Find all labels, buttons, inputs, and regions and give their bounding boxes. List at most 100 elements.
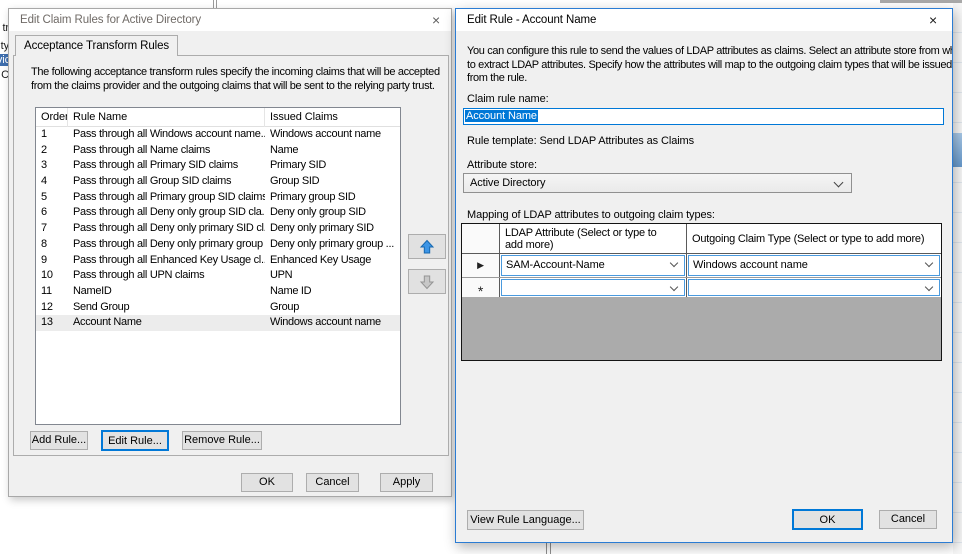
cell-issued-claims: Primary group SID <box>265 190 400 206</box>
cell-issued-claims: Windows account name <box>265 315 400 331</box>
edit-rule-button[interactable]: Edit Rule... <box>101 430 169 451</box>
column-header-issued-claims[interactable]: Issued Claims <box>265 108 400 127</box>
grid-corner-cell <box>462 224 500 253</box>
cell-rule-name: Pass through all Primary SID claims <box>68 158 265 174</box>
chevron-down-icon <box>925 259 933 267</box>
current-row-marker-icon: ▶ <box>462 254 499 277</box>
grid-new-row: * <box>462 277 941 297</box>
column-header-order[interactable]: Order <box>36 108 68 127</box>
claim-rules-table[interactable]: Order Rule Name Issued Claims 1 Pass thr… <box>35 107 401 425</box>
ok-button[interactable]: OK <box>241 473 293 492</box>
move-down-button[interactable] <box>408 269 446 294</box>
outgoing-claim-type-value: Windows account name <box>693 259 808 271</box>
cell-issued-claims: UPN <box>265 268 400 284</box>
table-row[interactable]: 9 Pass through all Enhanced Key Usage cl… <box>36 253 400 269</box>
cell-issued-claims: Windows account name <box>265 127 400 143</box>
column-header-rule-name[interactable]: Rule Name <box>68 108 265 127</box>
cell-issued-claims: Deny only primary SID <box>265 221 400 237</box>
attribute-store-value: Active Directory <box>470 177 545 189</box>
rules-list-body: 1 Pass through all Windows account name.… <box>36 127 400 331</box>
table-row[interactable]: 1 Pass through all Windows account name.… <box>36 127 400 143</box>
edit-claim-rules-dialog: Edit Claim Rules for Active Directory × … <box>8 8 452 497</box>
cell-rule-name: Pass through all UPN claims <box>68 268 265 284</box>
claim-rule-name-input[interactable]: Account Name <box>463 108 944 125</box>
dialog-title: Edit Claim Rules for Active Directory <box>20 14 201 26</box>
table-row[interactable]: 11 NameID Name ID <box>36 284 400 300</box>
tab-acceptance-transform-rules[interactable]: Acceptance Transform Rules <box>15 35 178 56</box>
rule-description: You can configure this rule to send the … <box>467 45 953 86</box>
view-rule-language-button[interactable]: View Rule Language... <box>467 510 584 530</box>
table-row[interactable]: 4 Pass through all Group SID claims Grou… <box>36 174 400 190</box>
cell-issued-claims: Enhanced Key Usage <box>265 253 400 269</box>
cell-rule-name: Pass through all Deny only primary SID c… <box>68 221 265 237</box>
tab-page: The following acceptance transform rules… <box>13 55 449 456</box>
table-row[interactable]: 10 Pass through all UPN claims UPN <box>36 268 400 284</box>
description-line: The following acceptance transform rules… <box>31 66 433 80</box>
close-icon[interactable]: × <box>920 11 946 29</box>
close-icon[interactable]: × <box>423 11 449 29</box>
cell-order: 5 <box>36 190 68 206</box>
edit-rule-dialog: Edit Rule - Account Name × You can confi… <box>455 8 953 543</box>
table-row[interactable]: 13 Account Name Windows account name <box>36 315 400 331</box>
chevron-down-icon <box>670 283 678 291</box>
titlebar[interactable]: Edit Rule - Account Name × <box>456 9 952 31</box>
ldap-attribute-value: SAM-Account-Name <box>506 259 605 271</box>
cell-issued-claims: Group SID <box>265 174 400 190</box>
claim-rule-name-label: Claim rule name: <box>467 93 549 105</box>
background-divider <box>546 543 551 554</box>
cell-issued-claims: Deny only primary group ... <box>265 237 400 253</box>
cell-issued-claims: Group <box>265 300 400 316</box>
ldap-attribute-select[interactable]: SAM-Account-Name <box>501 255 685 276</box>
outgoing-claim-type-select[interactable] <box>688 279 940 296</box>
cell-order: 12 <box>36 300 68 316</box>
cell-order: 6 <box>36 205 68 221</box>
cancel-button[interactable]: Cancel <box>306 473 359 492</box>
outgoing-claim-type-column-header: Outgoing Claim Type (Select or type to a… <box>687 233 924 245</box>
background-window-edge <box>880 0 953 3</box>
cell-order: 7 <box>36 221 68 237</box>
cell-issued-claims: Deny only group SID <box>265 205 400 221</box>
cell-rule-name: Pass through all Group SID claims <box>68 174 265 190</box>
move-up-button[interactable] <box>408 234 446 259</box>
chevron-down-icon <box>925 283 933 291</box>
ok-button[interactable]: OK <box>792 509 863 530</box>
table-row[interactable]: 8 Pass through all Deny only primary gro… <box>36 237 400 253</box>
background-scrollbar <box>953 0 962 554</box>
cell-rule-name: Pass through all Primary group SID claim… <box>68 190 265 206</box>
cell-order: 10 <box>36 268 68 284</box>
attribute-store-select[interactable]: Active Directory <box>463 173 852 193</box>
cell-rule-name: Pass through all Windows account name... <box>68 127 265 143</box>
titlebar[interactable]: Edit Claim Rules for Active Directory × <box>9 9 451 31</box>
table-row[interactable]: 6 Pass through all Deny only group SID c… <box>36 205 400 221</box>
mapping-label: Mapping of LDAP attributes to outgoing c… <box>467 209 715 221</box>
cell-order: 13 <box>36 315 68 331</box>
table-row[interactable]: 12 Send Group Group <box>36 300 400 316</box>
chevron-down-icon <box>670 259 678 267</box>
table-row[interactable]: 5 Pass through all Primary group SID cla… <box>36 190 400 206</box>
description-line: You can configure this rule to send the … <box>467 45 953 59</box>
table-row[interactable]: 7 Pass through all Deny only primary SID… <box>36 221 400 237</box>
description-line: from the claims provider and the outgoin… <box>31 80 433 94</box>
background-scrollbar-thumb <box>953 133 962 167</box>
cell-order: 3 <box>36 158 68 174</box>
add-rule-button[interactable]: Add Rule... <box>30 431 88 450</box>
cell-order: 1 <box>36 127 68 143</box>
dialog-title: Edit Rule - Account Name <box>467 14 596 26</box>
ldap-attribute-column-header: LDAP Attribute (Select or type to add mo… <box>500 227 672 251</box>
apply-button[interactable]: Apply <box>380 473 433 492</box>
cell-rule-name: Send Group <box>68 300 265 316</box>
ldap-attribute-select[interactable] <box>501 279 685 296</box>
table-row[interactable]: 3 Pass through all Primary SID claims Pr… <box>36 158 400 174</box>
grid-header: LDAP Attribute (Select or type to add mo… <box>462 224 941 254</box>
cell-order: 9 <box>36 253 68 269</box>
cell-rule-name: NameID <box>68 284 265 300</box>
up-arrow-icon <box>419 239 435 255</box>
outgoing-claim-type-select[interactable]: Windows account name <box>688 255 940 276</box>
cell-rule-name: Pass through all Enhanced Key Usage cl..… <box>68 253 265 269</box>
cancel-button[interactable]: Cancel <box>879 510 937 529</box>
table-row[interactable]: 2 Pass through all Name claims Name <box>36 143 400 159</box>
new-row-marker-icon: * <box>462 278 499 297</box>
table-header[interactable]: Order Rule Name Issued Claims <box>36 108 400 127</box>
cell-order: 11 <box>36 284 68 300</box>
remove-rule-button[interactable]: Remove Rule... <box>182 431 262 450</box>
